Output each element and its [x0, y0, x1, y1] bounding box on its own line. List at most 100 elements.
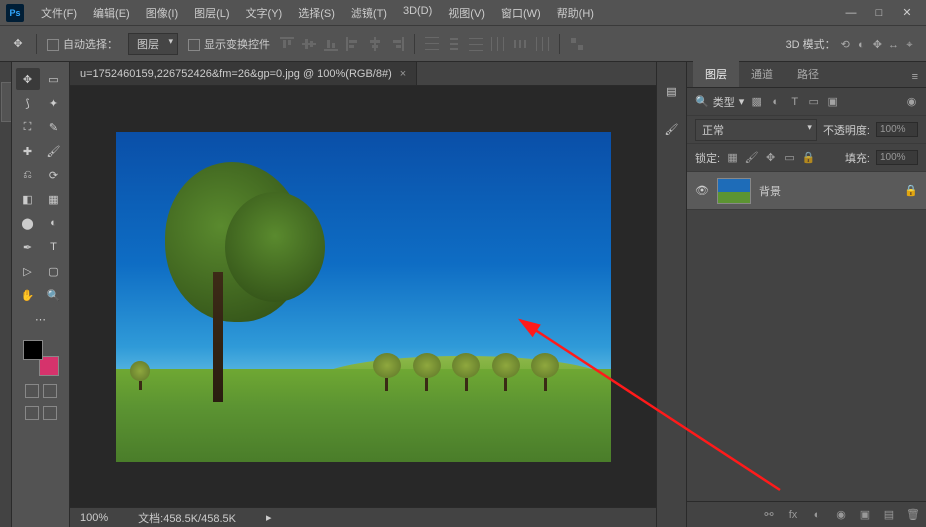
align-hcenter-icon[interactable]	[368, 37, 382, 51]
opacity-input[interactable]	[876, 122, 918, 137]
align-bottom-icon[interactable]	[324, 37, 338, 51]
lock-position-icon[interactable]: ✥	[764, 151, 777, 164]
visibility-icon[interactable]: 👁	[695, 184, 709, 197]
status-chevron-icon[interactable]: ▸	[266, 511, 272, 524]
tab-paths[interactable]: 路径	[785, 61, 831, 87]
filter-adjust-icon[interactable]: ◐	[769, 95, 782, 108]
foreground-color-swatch[interactable]	[23, 340, 43, 360]
history-panel-icon[interactable]: ▤	[663, 82, 681, 100]
color-swatches[interactable]	[23, 340, 59, 376]
auto-select-dropdown[interactable]: 图层	[128, 33, 178, 55]
brush-panel-icon[interactable]: 🖌	[663, 120, 681, 138]
dist-top-icon[interactable]	[425, 37, 439, 51]
document-tab[interactable]: u=1752460159,226752426&fm=26&gp=0.jpg @ …	[70, 62, 417, 85]
auto-select-checkbox[interactable]: 自动选择：	[47, 36, 118, 52]
filter-toggle-icon[interactable]: ◉	[905, 95, 918, 108]
eyedropper-tool[interactable]: ✎	[42, 116, 66, 138]
hand-tool[interactable]: ✋	[16, 284, 40, 306]
dist-vcenter-icon[interactable]	[447, 37, 461, 51]
delete-icon[interactable]: 🗑	[906, 508, 920, 522]
gradient-tool[interactable]: ▦	[42, 188, 66, 210]
dodge-tool[interactable]: ◐	[42, 212, 66, 234]
auto-align-icon[interactable]	[570, 37, 584, 51]
menu-help[interactable]: 帮助(H)	[550, 2, 601, 24]
align-right-icon[interactable]	[390, 37, 404, 51]
lock-artboard-icon[interactable]: ▭	[783, 151, 796, 164]
shape-tool[interactable]: ▢	[42, 260, 66, 282]
dist-right-icon[interactable]	[535, 37, 549, 51]
canvas[interactable]	[116, 132, 611, 462]
menu-view[interactable]: 视图(V)	[441, 2, 492, 24]
orbit-3d-icon[interactable]: ⟲	[839, 38, 852, 51]
zoom-level[interactable]: 100%	[80, 512, 108, 524]
blend-mode-dropdown[interactable]: 正常	[695, 119, 817, 141]
fill-input[interactable]	[876, 150, 918, 165]
menu-window[interactable]: 窗口(W)	[494, 2, 548, 24]
minimize-button[interactable]: —	[844, 6, 858, 20]
zoom-3d-icon[interactable]: ⌖	[903, 39, 916, 52]
align-vcenter-icon[interactable]	[302, 37, 316, 51]
new-layer-icon[interactable]: ▤	[882, 508, 896, 522]
magic-wand-tool[interactable]: ✦	[42, 92, 66, 114]
eraser-tool[interactable]: ◧	[16, 188, 40, 210]
tab-channels[interactable]: 通道	[739, 61, 785, 87]
clone-stamp-tool[interactable]: ⎌	[16, 164, 40, 186]
filter-shape-icon[interactable]: ▭	[807, 95, 820, 108]
dist-hcenter-icon[interactable]	[513, 37, 527, 51]
roll-3d-icon[interactable]: ◐	[855, 38, 868, 51]
adjustment-icon[interactable]: ◉	[834, 508, 848, 522]
align-left-icon[interactable]	[346, 37, 360, 51]
screen-mode-button[interactable]	[43, 384, 57, 398]
edit-toolbar-button[interactable]: ⋯	[29, 308, 53, 330]
pan-3d-icon[interactable]: ✥	[871, 38, 884, 51]
marquee-tool[interactable]: ▭	[42, 68, 66, 90]
healing-brush-tool[interactable]: ✚	[16, 140, 40, 162]
menu-layer[interactable]: 图层(L)	[187, 2, 236, 24]
group-icon[interactable]: ▣	[858, 508, 872, 522]
history-brush-tool[interactable]: ⟳	[42, 164, 66, 186]
menu-file[interactable]: 文件(F)	[34, 2, 84, 24]
blur-tool[interactable]: ⬤	[16, 212, 40, 234]
link-layers-icon[interactable]: ⚯	[762, 508, 776, 522]
path-select-tool[interactable]: ▷	[16, 260, 40, 282]
tab-layers[interactable]: 图层	[693, 61, 739, 87]
dist-bottom-icon[interactable]	[469, 37, 483, 51]
zoom-tool[interactable]: 🔍	[42, 284, 66, 306]
lock-pixels-icon[interactable]: ▦	[726, 151, 739, 164]
canvas-area[interactable]	[70, 86, 656, 507]
menu-3d[interactable]: 3D(D)	[396, 2, 439, 24]
dist-left-icon[interactable]	[491, 37, 505, 51]
fx-icon[interactable]: fx	[786, 508, 800, 522]
panel-menu-icon[interactable]: ≡	[904, 67, 926, 87]
filter-pixel-icon[interactable]: ▩	[750, 95, 763, 108]
lasso-tool[interactable]: ⟆	[16, 92, 40, 114]
brush-tool[interactable]: 🖌	[42, 140, 66, 162]
menu-image[interactable]: 图像(I)	[139, 2, 185, 24]
menu-filter[interactable]: 滤镜(T)	[344, 2, 394, 24]
layer-row[interactable]: 👁 背景 🔒	[687, 172, 926, 210]
lock-all-icon[interactable]: 🔒	[802, 151, 815, 164]
show-transform-checkbox[interactable]: 显示变换控件	[188, 36, 270, 52]
quick-mask-button[interactable]	[25, 384, 39, 398]
menu-select[interactable]: 选择(S)	[291, 2, 342, 24]
filter-search[interactable]: 🔍 类型 ▾	[695, 94, 744, 110]
extra-button-1[interactable]	[25, 406, 39, 420]
menu-type[interactable]: 文字(Y)	[239, 2, 290, 24]
pen-tool[interactable]: ✒	[16, 236, 40, 258]
close-button[interactable]: ✕	[900, 6, 914, 20]
mask-icon[interactable]: ◐	[810, 508, 824, 522]
menu-edit[interactable]: 编辑(E)	[86, 2, 137, 24]
close-tab-icon[interactable]: ×	[400, 68, 406, 80]
layer-thumbnail[interactable]	[717, 178, 751, 204]
filter-type-icon[interactable]: T	[788, 95, 801, 108]
filter-smart-icon[interactable]: ▣	[826, 95, 839, 108]
maximize-button[interactable]: □	[872, 6, 886, 20]
lock-brush-icon[interactable]: 🖌	[745, 151, 758, 164]
layer-name[interactable]: 背景	[759, 183, 781, 199]
move-tool[interactable]: ✥	[16, 68, 40, 90]
type-tool[interactable]: T	[42, 236, 66, 258]
slide-3d-icon[interactable]: ↔	[887, 38, 900, 51]
crop-tool[interactable]: ⛶	[16, 116, 40, 138]
extra-button-2[interactable]	[43, 406, 57, 420]
collapse-tab[interactable]	[1, 82, 11, 122]
